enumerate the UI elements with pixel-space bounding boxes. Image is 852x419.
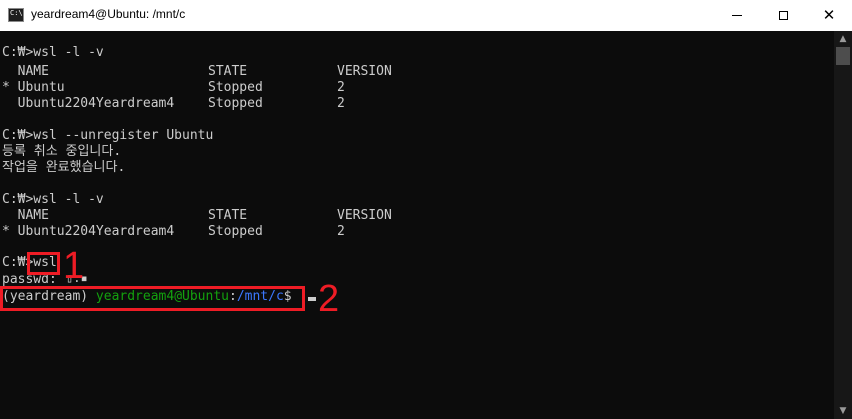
table-cell-version: 2	[337, 96, 345, 111]
text-cursor[interactable]	[308, 297, 316, 301]
table-cell-version: 2	[337, 80, 345, 95]
table-cell-state: Stopped	[208, 224, 263, 239]
console-output[interactable]: C:₩>wsl -l -v NAME STATE VERSION * Ubunt…	[0, 31, 834, 419]
console-line: Ubuntu2204Yeardream4	[2, 96, 175, 111]
window-title: yeardream4@Ubuntu: /mnt/c	[31, 7, 186, 21]
minimize-icon	[732, 15, 742, 16]
table-cell-version: 2	[337, 224, 345, 239]
scroll-up-arrow-icon[interactable]: ▲	[834, 32, 852, 46]
console-line: * Ubuntu2204Yeardream4	[2, 224, 175, 239]
annotation-number-2: 2	[318, 278, 340, 320]
annotation-number-1: 1	[63, 245, 85, 287]
vertical-scrollbar[interactable]: ▲ ▼	[834, 31, 852, 419]
console-line: C:₩>wsl -l -v	[2, 192, 104, 207]
maximize-icon	[778, 11, 788, 20]
console-line: 등록 취소 중입니다.	[2, 144, 122, 159]
scroll-down-arrow-icon[interactable]: ▼	[834, 404, 852, 418]
console-line: 작업을 완료했습니다.	[2, 160, 126, 175]
table-cell-state: Stopped	[208, 80, 263, 95]
title-bar[interactable]: C:\ yeardream4@Ubuntu: /mnt/c ✕	[0, 0, 852, 31]
console-app-icon[interactable]: C:\	[8, 8, 24, 22]
column-header-version: VERSION	[337, 64, 392, 79]
scrollbar-thumb[interactable]	[836, 47, 850, 65]
annotation-box-wsl-command	[27, 252, 60, 275]
column-header-state: STATE	[208, 64, 248, 79]
console-line: C:₩>wsl -l -v	[2, 45, 104, 60]
annotation-box-shell-prompt	[0, 286, 305, 311]
terminal-window: C:\ yeardream4@Ubuntu: /mnt/c ✕ C:₩>wsl …	[0, 0, 852, 419]
minimize-button[interactable]	[714, 0, 760, 31]
console-line: C:₩>wsl --unregister Ubuntu	[2, 128, 214, 143]
table-cell-state: Stopped	[208, 96, 263, 111]
maximize-button[interactable]	[760, 0, 806, 31]
console-line: * Ubuntu	[2, 80, 65, 95]
close-icon: ✕	[822, 6, 836, 24]
console-line: NAME	[2, 64, 49, 79]
console-glyph-icon: C:\	[10, 9, 23, 17]
column-header-state: STATE	[208, 208, 248, 223]
column-header-version: VERSION	[337, 208, 392, 223]
console-line: NAME	[2, 208, 49, 223]
close-button[interactable]: ✕	[806, 0, 852, 31]
